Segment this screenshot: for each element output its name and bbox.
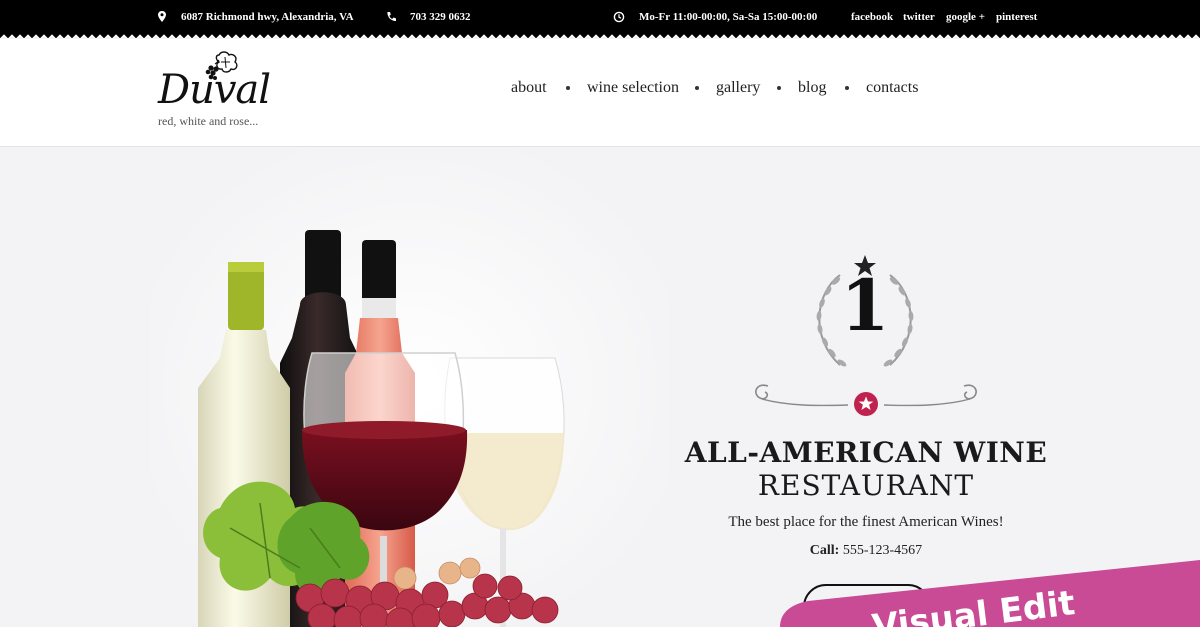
map-pin-icon <box>158 11 166 22</box>
social-pinterest-link[interactable]: pinterest <box>996 11 1037 23</box>
hero-section: 1 ALL-AMERICAN WINE RESTAURANT The best … <box>0 148 1200 627</box>
ornament-divider <box>755 384 977 416</box>
top-info-bar: 6087 Richmond hwy, Alexandria, VA 703 32… <box>0 0 1200 34</box>
call-label: Call: <box>809 543 840 558</box>
logo-wordmark: Duval <box>158 67 271 113</box>
award-badge: 1 <box>800 253 930 383</box>
site-header: Duval red, white and rose... about wine … <box>0 39 1200 147</box>
hero-subtitle: The best place for the finest American W… <box>728 514 1004 530</box>
nav-item-gallery[interactable]: gallery <box>716 79 760 97</box>
call-number[interactable]: 555-123-4567 <box>843 543 922 558</box>
nav-item-blog[interactable]: blog <box>798 79 826 97</box>
wine-bottles-image <box>150 148 670 627</box>
hours-text: Mo-Fr 11:00-00:00, Sa-Sa 15:00-00:00 <box>639 11 818 23</box>
phone-icon <box>387 12 396 21</box>
social-google-link[interactable]: google + <box>946 11 985 23</box>
clock-icon <box>613 11 625 23</box>
social-twitter-link[interactable]: twitter <box>903 11 935 23</box>
nav-separator <box>566 86 570 90</box>
nav-item-about[interactable]: about <box>511 79 547 97</box>
hero-title-line1: ALL-AMERICAN WINE <box>684 436 1048 469</box>
logo-tagline: red, white and rose... <box>158 114 259 128</box>
nav-separator <box>695 86 699 90</box>
nav-item-contacts[interactable]: contacts <box>866 79 918 97</box>
phone-text[interactable]: 703 329 0632 <box>410 11 471 23</box>
social-facebook-link[interactable]: facebook <box>851 11 893 23</box>
nav-separator <box>777 86 781 90</box>
award-number: 1 <box>840 264 890 347</box>
hero-call-line: Call: 555-123-4567 <box>630 543 1102 559</box>
nav-separator <box>845 86 849 90</box>
nav-item-wine-selection[interactable]: wine selection <box>587 79 679 97</box>
address-text: 6087 Richmond hwy, Alexandria, VA <box>181 11 354 23</box>
hero-title-line2: RESTAURANT <box>757 469 975 502</box>
